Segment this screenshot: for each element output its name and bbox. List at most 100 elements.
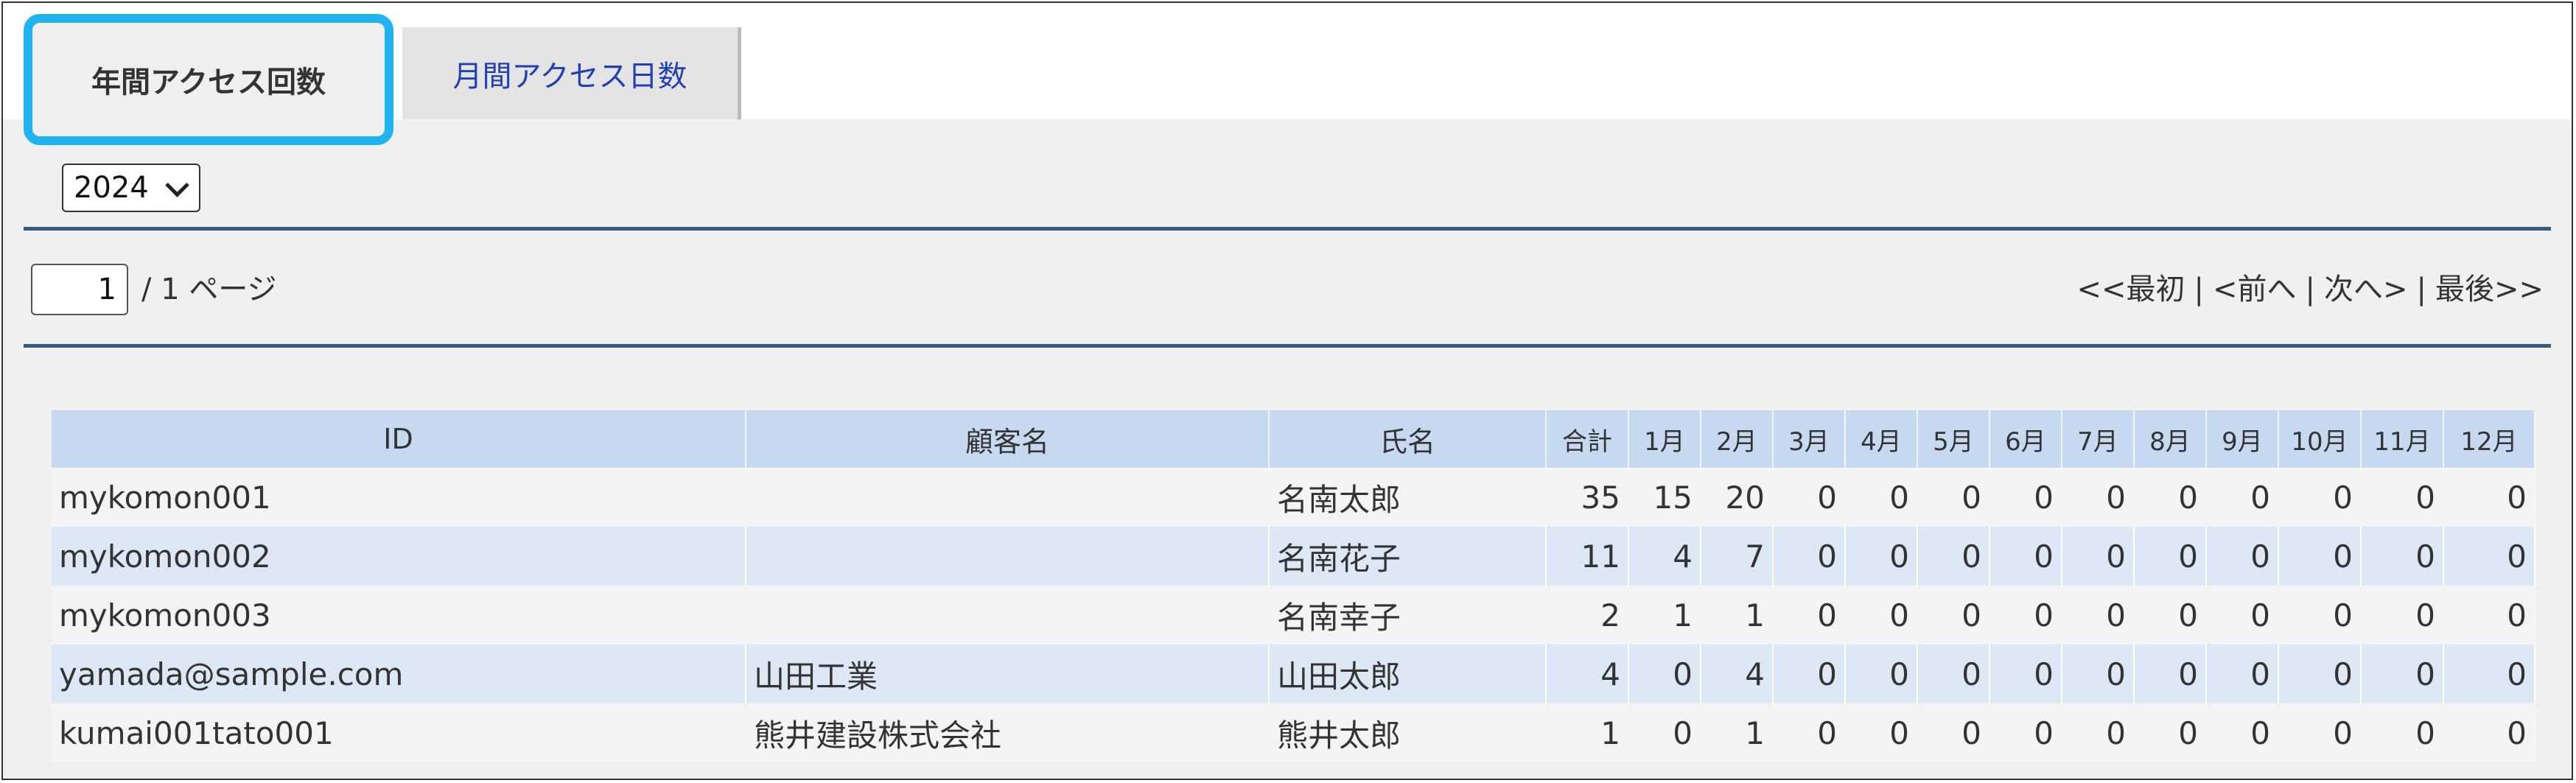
chevron-down-icon bbox=[165, 173, 189, 197]
column-header: 9月 bbox=[2206, 410, 2279, 468]
cell-month-count: 0 bbox=[1917, 703, 1990, 762]
column-header: 合計 bbox=[1546, 410, 1629, 468]
year-select[interactable]: 2024 bbox=[62, 164, 200, 212]
cell-month-count: 0 bbox=[1989, 586, 2062, 645]
cell-month-count: 0 bbox=[2278, 703, 2362, 762]
page-number-input[interactable]: 1 bbox=[31, 264, 128, 315]
cell-customer-name: 山田工業 bbox=[746, 645, 1270, 703]
cell-month-count: 0 bbox=[1845, 468, 1918, 527]
column-header: 10月 bbox=[2278, 410, 2362, 468]
cell-month-count: 0 bbox=[1917, 468, 1990, 527]
cell-month-count: 0 bbox=[2206, 586, 2279, 645]
cell-person-name: 名南幸子 bbox=[1269, 586, 1547, 645]
cell-month-count: 0 bbox=[1989, 468, 2062, 527]
pager-separator: | bbox=[2305, 273, 2315, 306]
cell-month-count: 0 bbox=[2278, 527, 2362, 586]
column-header: 11月 bbox=[2361, 410, 2444, 468]
cell-month-count: 1 bbox=[1701, 586, 1774, 645]
column-header: 2月 bbox=[1701, 410, 1774, 468]
cell-month-count: 0 bbox=[2062, 468, 2135, 527]
cell-month-count: 0 bbox=[2062, 703, 2135, 762]
table-row: mykomon001 名南太郎 35 15 20 0 0 0 0 0 0 0 0 0 0 bbox=[52, 468, 2535, 527]
column-header: ID bbox=[52, 410, 746, 468]
pager-separator: | bbox=[2194, 273, 2204, 306]
cell-month-count: 0 bbox=[1845, 527, 1918, 586]
cell-month-count: 0 bbox=[2443, 468, 2535, 527]
cell-month-count: 0 bbox=[1989, 703, 2062, 762]
cell-month-count: 0 bbox=[1628, 703, 1701, 762]
cell-month-count: 0 bbox=[2206, 703, 2279, 762]
cell-customer-name: 熊井建設株式会社 bbox=[746, 703, 1270, 762]
pager: 1 / 1 ページ <<最初 | <前へ | 次へ> | 最後>> bbox=[31, 264, 2544, 315]
cell-month-count: 0 bbox=[1845, 645, 1918, 703]
app-frame: 年間アクセス回数 月間アクセス日数 2024 1 / 1 ページ <<最初 | <前… bbox=[1, 1, 2573, 780]
cell-month-count: 0 bbox=[1917, 586, 1990, 645]
cell-month-count: 0 bbox=[1773, 645, 1846, 703]
cell-month-count: 0 bbox=[2443, 703, 2535, 762]
cell-month-count: 4 bbox=[1701, 645, 1774, 703]
cell-month-count: 0 bbox=[2278, 645, 2362, 703]
cell-month-count: 0 bbox=[1917, 645, 1990, 703]
cell-month-count: 0 bbox=[1845, 586, 1918, 645]
tab-content: 2024 1 / 1 ページ <<最初 | <前へ | 次へ> | 最後>> ID 顧客名 氏名… bbox=[3, 119, 2572, 779]
tab-monthly-access-days[interactable]: 月間アクセス日数 bbox=[402, 27, 741, 120]
cell-month-count: 0 bbox=[2361, 703, 2444, 762]
cell-customer-name bbox=[746, 468, 1270, 527]
cell-month-count: 0 bbox=[2206, 645, 2279, 703]
cell-total: 4 bbox=[1546, 645, 1629, 703]
pager-last-link[interactable]: 最後>> bbox=[2435, 273, 2544, 306]
cell-month-count: 0 bbox=[2134, 703, 2207, 762]
column-header: 7月 bbox=[2062, 410, 2135, 468]
cell-total: 2 bbox=[1546, 586, 1629, 645]
cell-customer-name bbox=[746, 527, 1270, 586]
column-header: 氏名 bbox=[1269, 410, 1547, 468]
cell-month-count: 0 bbox=[2443, 527, 2535, 586]
cell-person-name: 名南花子 bbox=[1269, 527, 1547, 586]
cell-month-count: 0 bbox=[2134, 586, 2207, 645]
cell-id: mykomon001 bbox=[52, 468, 746, 527]
column-header: 4月 bbox=[1845, 410, 1918, 468]
pager-separator: | bbox=[2416, 273, 2426, 306]
divider bbox=[24, 344, 2551, 348]
cell-month-count: 0 bbox=[2134, 527, 2207, 586]
pager-first-link[interactable]: <<最初 bbox=[2076, 273, 2185, 306]
tab-annual-access-count[interactable]: 年間アクセス回数 bbox=[24, 14, 393, 145]
cell-person-name: 熊井太郎 bbox=[1269, 703, 1547, 762]
column-header: 5月 bbox=[1917, 410, 1990, 468]
cell-month-count: 0 bbox=[2278, 586, 2362, 645]
cell-total: 35 bbox=[1546, 468, 1629, 527]
column-header: 12月 bbox=[2443, 410, 2535, 468]
table-row: kumai001tato001 熊井建設株式会社 熊井太郎 1 0 1 0 0 0 0 0 0 0 0 0 0 bbox=[52, 703, 2535, 762]
cell-month-count: 0 bbox=[1628, 645, 1701, 703]
pager-links: <<最初 | <前へ | 次へ> | 最後>> bbox=[2076, 264, 2544, 315]
cell-month-count: 0 bbox=[1845, 703, 1918, 762]
cell-month-count: 0 bbox=[2278, 468, 2362, 527]
pager-next-link[interactable]: 次へ> bbox=[2324, 273, 2408, 306]
cell-person-name: 山田太郎 bbox=[1269, 645, 1547, 703]
cell-total: 11 bbox=[1546, 527, 1629, 586]
table-header-row: ID 顧客名 氏名 合計 1月 2月 3月 4月 5月 6月 7月 8月 9月 10月 11月 12月 bbox=[52, 410, 2535, 468]
table-row: yamada@sample.com 山田工業 山田太郎 4 0 4 0 0 0 0 0 0 0 0 0 0 bbox=[52, 645, 2535, 703]
cell-month-count: 0 bbox=[2361, 645, 2444, 703]
cell-month-count: 0 bbox=[2206, 468, 2279, 527]
cell-id: mykomon002 bbox=[52, 527, 746, 586]
tab-bar: 年間アクセス回数 月間アクセス日数 bbox=[3, 3, 2572, 145]
cell-month-count: 0 bbox=[1989, 527, 2062, 586]
cell-month-count: 15 bbox=[1628, 468, 1701, 527]
cell-total: 1 bbox=[1546, 703, 1629, 762]
cell-month-count: 0 bbox=[2443, 586, 2535, 645]
cell-month-count: 1 bbox=[1628, 586, 1701, 645]
access-table: ID 顧客名 氏名 合計 1月 2月 3月 4月 5月 6月 7月 8月 9月 10月 11月 12月 myk… bbox=[52, 410, 2535, 762]
cell-month-count: 0 bbox=[2361, 468, 2444, 527]
divider bbox=[24, 227, 2551, 231]
cell-month-count: 4 bbox=[1628, 527, 1701, 586]
column-header: 8月 bbox=[2134, 410, 2207, 468]
column-header: 6月 bbox=[1989, 410, 2062, 468]
pager-prev-link[interactable]: <前へ bbox=[2213, 273, 2297, 306]
cell-id: kumai001tato001 bbox=[52, 703, 746, 762]
cell-month-count: 0 bbox=[1773, 703, 1846, 762]
cell-month-count: 0 bbox=[1773, 468, 1846, 527]
cell-month-count: 0 bbox=[2062, 645, 2135, 703]
year-select-value: 2024 bbox=[74, 171, 149, 205]
column-header: 3月 bbox=[1773, 410, 1846, 468]
